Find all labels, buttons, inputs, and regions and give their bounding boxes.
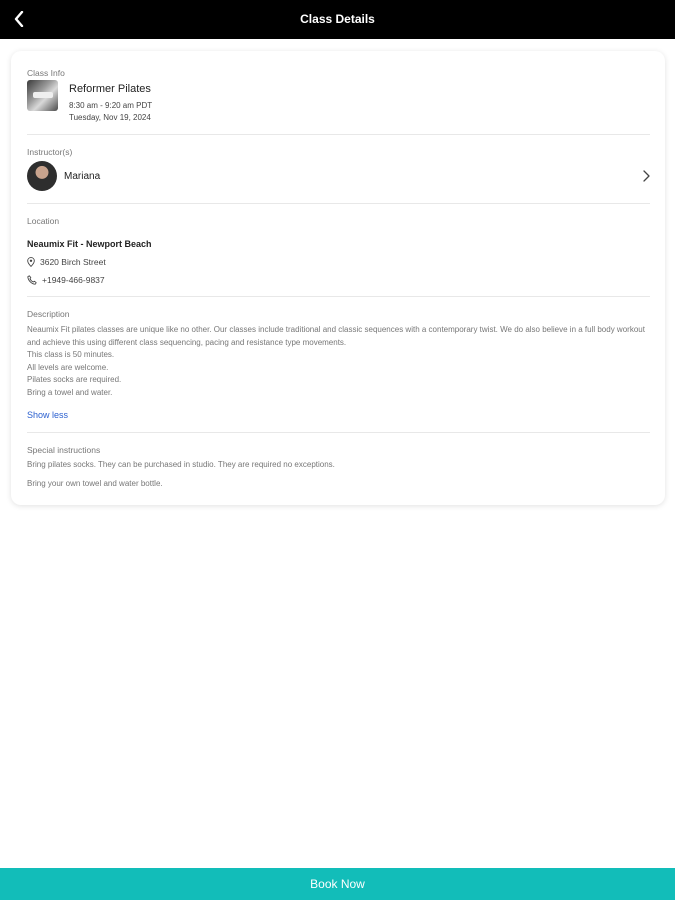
class-name: Reformer Pilates xyxy=(69,83,151,95)
description-text: Neaumix Fit pilates classes are unique l… xyxy=(27,324,649,399)
location-label: Location xyxy=(27,216,60,226)
class-thumbnail xyxy=(27,80,58,111)
class-details-card: Class Info Reformer Pilates 8:30 am - 9:… xyxy=(11,51,665,505)
instructors-label: Instructor(s) xyxy=(27,147,73,157)
divider xyxy=(27,296,650,297)
address-line: 3620 Birch Street xyxy=(27,257,106,267)
chevron-right-icon xyxy=(643,170,650,182)
location-phone: +1949-466-9837 xyxy=(42,275,105,285)
description-line: Pilates socks are required. xyxy=(27,375,122,384)
location-pin-icon xyxy=(27,257,35,267)
description-line: This class is 50 minutes. xyxy=(27,350,115,359)
page-title: Class Details xyxy=(300,12,375,26)
top-app-bar: Class Details xyxy=(0,0,675,39)
special-instruction-line: Bring pilates socks. They can be purchas… xyxy=(27,460,335,469)
class-info-label: Class Info xyxy=(27,68,65,78)
instructor-row[interactable]: Mariana xyxy=(25,159,653,193)
divider xyxy=(27,432,650,433)
class-time: 8:30 am - 9:20 am PDT xyxy=(69,101,153,110)
instructor-avatar xyxy=(27,161,57,191)
divider xyxy=(27,134,650,135)
show-less-link[interactable]: Show less xyxy=(27,410,68,420)
description-paragraph: Neaumix Fit pilates classes are unique l… xyxy=(27,325,645,347)
description-line: Bring a towel and water. xyxy=(27,387,113,397)
description-label: Description xyxy=(27,309,70,319)
book-now-button[interactable]: Book Now xyxy=(0,868,675,900)
description-line: All levels are welcome. xyxy=(27,362,109,372)
location-address: 3620 Birch Street xyxy=(40,257,106,267)
divider xyxy=(27,203,650,204)
phone-icon xyxy=(27,275,37,285)
class-date: Tuesday, Nov 19, 2024 xyxy=(69,113,151,122)
instructor-name: Mariana xyxy=(64,171,101,182)
phone-line[interactable]: +1949-466-9837 xyxy=(27,275,105,285)
special-instructions-label: Special instructions xyxy=(27,445,101,455)
special-instruction-line: Bring your own towel and water bottle. xyxy=(27,479,163,488)
location-name: Neaumix Fit - Newport Beach xyxy=(27,239,152,249)
